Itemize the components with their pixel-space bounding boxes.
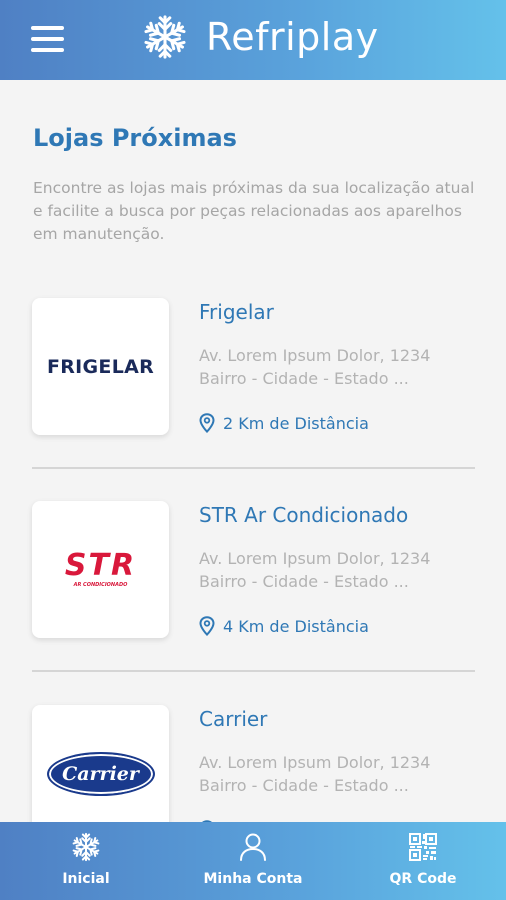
str-logo-text: STR: [64, 548, 137, 583]
qr-code-icon: [409, 833, 437, 861]
store-distance-text: 2 Km de Distância: [223, 413, 369, 433]
app-header: Refriplay: [0, 0, 506, 80]
carrier-logo-text: Carrier: [62, 762, 139, 785]
store-address-line1: Av. Lorem Ipsum Dolor, 1234: [199, 346, 431, 365]
nav-item-qr-code[interactable]: QR Code: [378, 822, 468, 900]
store-address: Av. Lorem Ipsum Dolor, 1234 Bairro - Cid…: [199, 751, 469, 797]
store-address-line2: Bairro - Cidade - Estado ...: [199, 572, 409, 591]
store-address: Av. Lorem Ipsum Dolor, 1234 Bairro - Cid…: [199, 547, 469, 593]
snowflake-icon: [143, 15, 187, 59]
page-description: Encontre as lojas mais próximas da sua l…: [33, 179, 475, 243]
hamburger-menu-icon[interactable]: [31, 25, 64, 53]
page-title: Lojas Próximas: [33, 124, 237, 152]
app-brand: Refriplay: [142, 14, 379, 60]
store-name[interactable]: STR Ar Condicionado: [199, 503, 408, 527]
store-distance[interactable]: 2 Km de Distância: [199, 413, 369, 433]
str-logo-subtext: AR CONDICIONADO: [73, 582, 128, 588]
bottom-navigation: Inicial Minha Conta QR Code: [0, 822, 506, 900]
nav-item-minha-conta[interactable]: Minha Conta: [193, 822, 313, 900]
user-icon: [240, 833, 266, 861]
store-distance-text: 4 Km de Distância: [223, 616, 369, 636]
store-divider: [32, 670, 475, 672]
store-address-line2: Bairro - Cidade - Estado ...: [199, 369, 409, 388]
store-item-frigelar[interactable]: FRIGELAR Frigelar Av. Lorem Ipsum Dolor,…: [32, 298, 475, 502]
snowflake-icon: [71, 832, 101, 862]
store-item-str[interactable]: STR AR CONDICIONADO STR Ar Condicionado …: [32, 501, 475, 705]
nav-label-inicial: Inicial: [62, 871, 110, 887]
store-address-line2: Bairro - Cidade - Estado ...: [199, 776, 409, 795]
map-pin-icon: [199, 616, 215, 636]
store-distance[interactable]: 4 Km de Distância: [199, 616, 369, 636]
nav-item-inicial[interactable]: Inicial: [54, 822, 118, 900]
nav-label-qr-code: QR Code: [389, 871, 457, 887]
store-address-line1: Av. Lorem Ipsum Dolor, 1234: [199, 549, 431, 568]
nearby-stores-page[interactable]: Lojas Próximas Encontre as lojas mais pr…: [0, 80, 506, 822]
store-address: Av. Lorem Ipsum Dolor, 1234 Bairro - Cid…: [199, 344, 469, 390]
map-pin-icon: [199, 413, 215, 433]
frigelar-logo-text: FRIGELAR: [46, 355, 155, 378]
store-item-carrier[interactable]: Carrier Carrier Av. Lorem Ipsum Dolor, 1…: [32, 705, 475, 822]
store-logo-frigelar: FRIGELAR: [32, 298, 169, 435]
store-logo-str: STR AR CONDICIONADO: [32, 501, 169, 638]
store-address-line1: Av. Lorem Ipsum Dolor, 1234: [199, 753, 431, 772]
store-divider: [32, 467, 475, 469]
store-logo-carrier: Carrier: [32, 705, 169, 822]
app-title: Refriplay: [206, 15, 379, 59]
store-name[interactable]: Frigelar: [199, 300, 274, 324]
store-name[interactable]: Carrier: [199, 707, 267, 731]
nav-label-minha-conta: Minha Conta: [203, 871, 303, 887]
